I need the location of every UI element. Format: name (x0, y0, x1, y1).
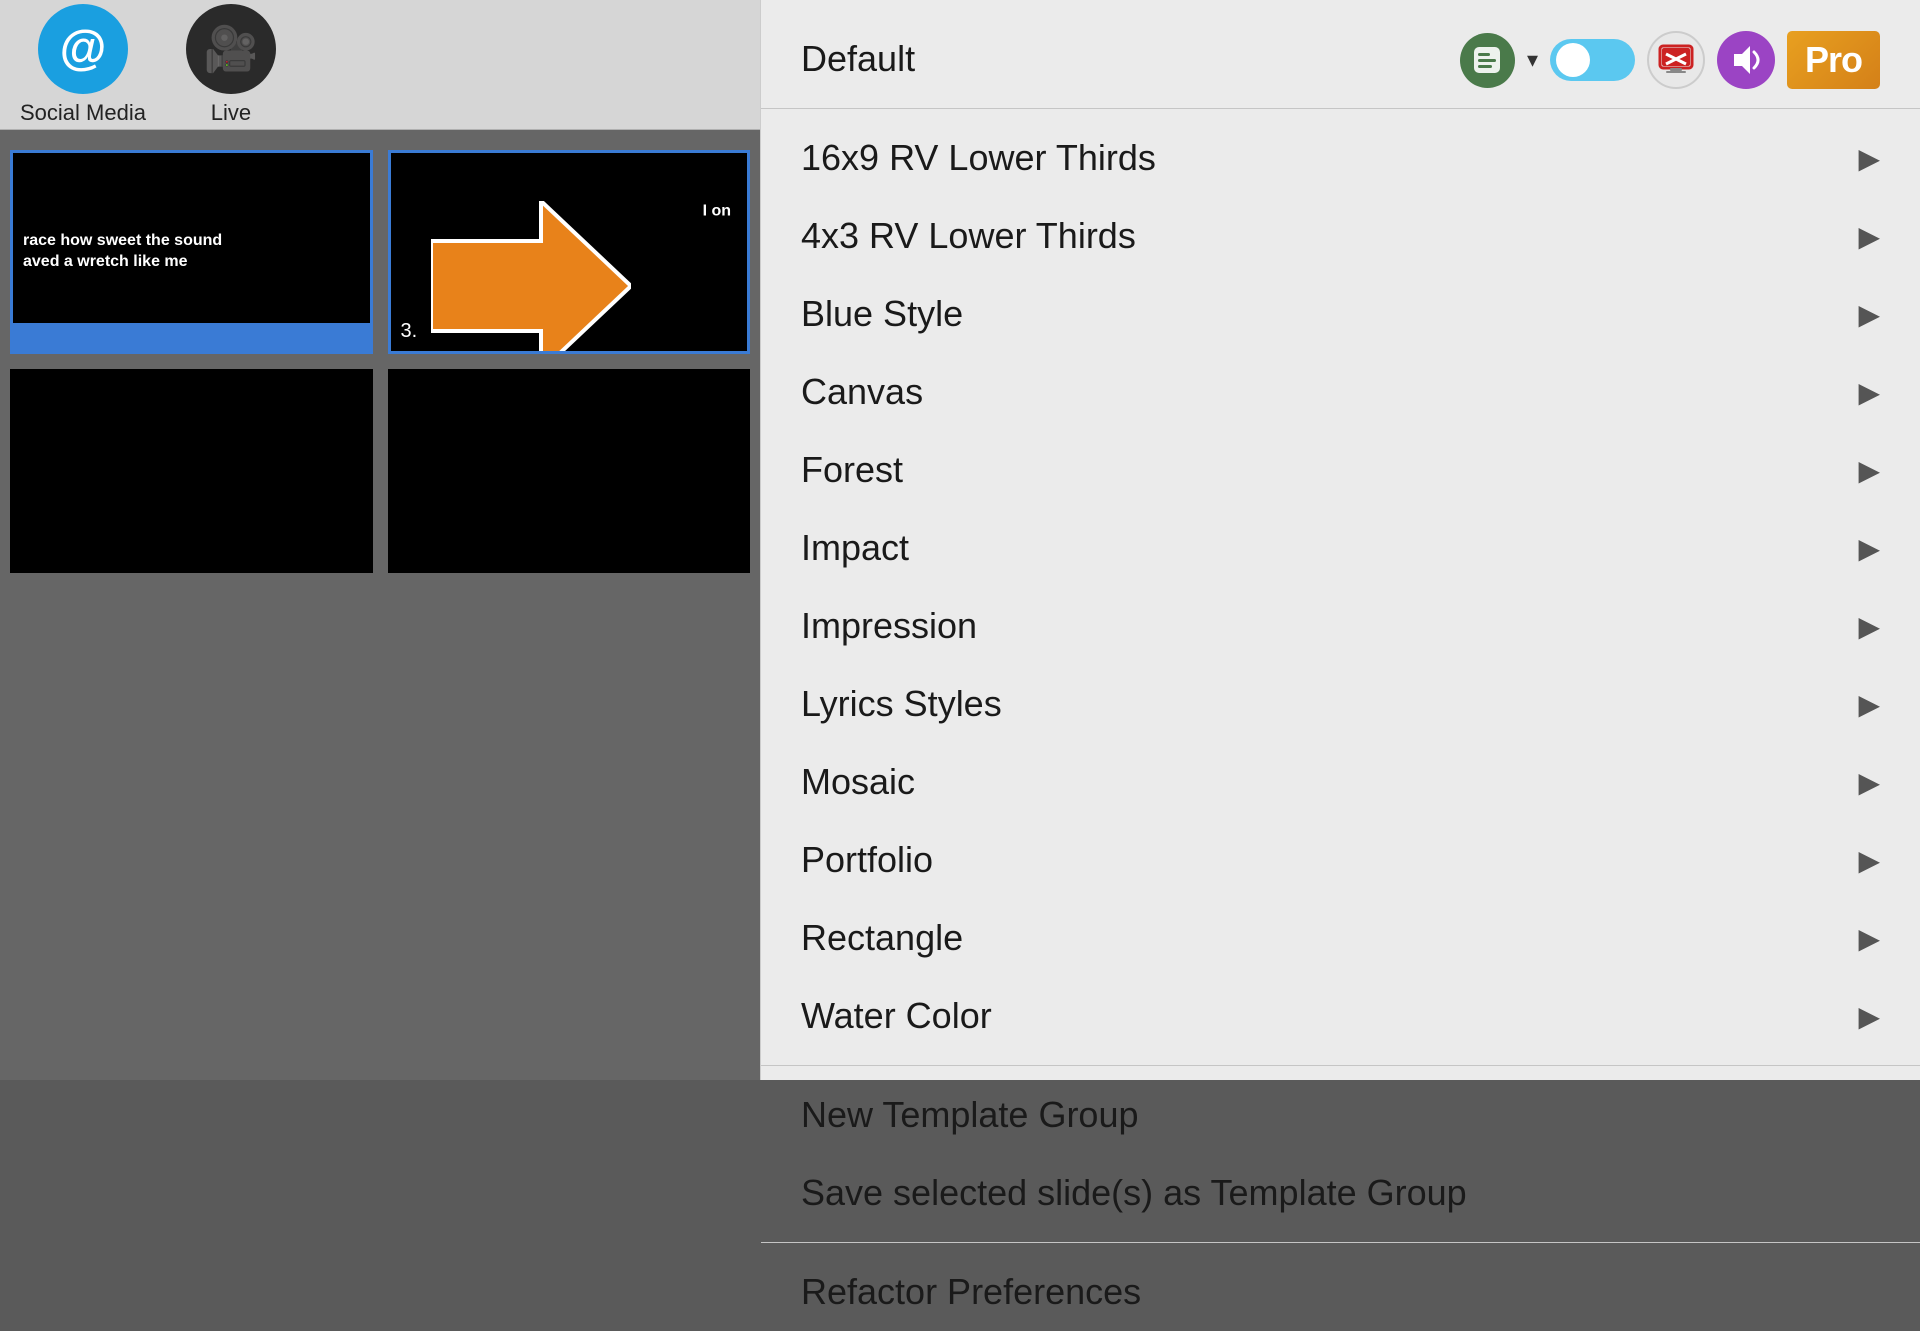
menu-item-16x9[interactable]: 16x9 RV Lower Thirds ▶ (761, 119, 1920, 197)
menu-item-lyrics-styles[interactable]: Lyrics Styles ▶ (761, 665, 1920, 743)
live-button[interactable]: 🎥 Live (186, 4, 276, 126)
menu-item-forest-label: Forest (801, 449, 903, 491)
menu-item-new-template-group-label: New Template Group (801, 1094, 1139, 1136)
social-media-label: Social Media (20, 100, 146, 126)
slider-icon[interactable] (1550, 39, 1635, 81)
slide-1-blue-bar (13, 323, 370, 351)
menu-item-rectangle-label: Rectangle (801, 917, 963, 959)
menu-item-impression[interactable]: Impression ▶ (761, 587, 1920, 665)
slides-panel: race how sweet the soundaved a wretch li… (0, 130, 760, 1080)
slide-thumb-1[interactable]: race how sweet the soundaved a wretch li… (10, 150, 373, 354)
social-media-icon: @ (38, 4, 128, 94)
menu-item-blue-style-label: Blue Style (801, 293, 963, 335)
menu-item-canvas-label: Canvas (801, 371, 923, 413)
menu-item-water-color-label: Water Color (801, 995, 992, 1037)
propresenter-icon[interactable] (1460, 33, 1515, 88)
pro-badge: Pro (1787, 31, 1880, 89)
slide-thumb-3[interactable] (10, 369, 373, 573)
menu-item-refactor-preferences-label: Refactor Preferences (801, 1271, 1141, 1313)
audio-icon[interactable] (1717, 31, 1775, 89)
chevron-right-icon-impact: ▶ (1858, 532, 1880, 565)
chevron-right-icon-portfolio: ▶ (1858, 844, 1880, 877)
menu-item-4x3-label: 4x3 RV Lower Thirds (801, 215, 1136, 257)
chevron-right-icon-mosaic: ▶ (1858, 766, 1880, 799)
menu-divider-1 (761, 108, 1920, 109)
chevron-right-icon-forest: ▶ (1858, 454, 1880, 487)
live-label: Live (211, 100, 251, 126)
menu-item-lyrics-styles-label: Lyrics Styles (801, 683, 1002, 725)
chevron-right-icon-water-color: ▶ (1858, 1000, 1880, 1033)
menu-item-rectangle[interactable]: Rectangle ▶ (761, 899, 1920, 977)
chevron-right-icon-impression: ▶ (1858, 610, 1880, 643)
menu-item-4x3[interactable]: 4x3 RV Lower Thirds ▶ (761, 197, 1920, 275)
arrow-annotation (431, 201, 631, 354)
menu-item-blue-style[interactable]: Blue Style ▶ (761, 275, 1920, 353)
chevron-right-icon-rectangle: ▶ (1858, 922, 1880, 955)
slide-2-number: 3. (401, 320, 418, 343)
menu-item-16x9-label: 16x9 RV Lower Thirds (801, 137, 1156, 179)
menu-item-portfolio-label: Portfolio (801, 839, 933, 881)
menu-item-new-template-group[interactable]: New Template Group (761, 1076, 1920, 1154)
menu-item-refactor-preferences[interactable]: Refactor Preferences (761, 1253, 1920, 1331)
chevron-down-icon-propresenter: ▾ (1527, 47, 1538, 73)
slide-thumb-2[interactable]: I on 3. (388, 150, 751, 354)
menu-item-portfolio[interactable]: Portfolio ▶ (761, 821, 1920, 899)
menubar-icons: ▾ Pro (1460, 30, 1900, 90)
menu-item-save-template-group[interactable]: Save selected slide(s) as Template Group (761, 1154, 1920, 1232)
menu-item-water-color[interactable]: Water Color ▶ (761, 977, 1920, 1055)
menu-item-impact[interactable]: Impact ▶ (761, 509, 1920, 587)
menu-item-forest[interactable]: Forest ▶ (761, 431, 1920, 509)
monitor-off-icon[interactable] (1647, 31, 1705, 89)
slide-thumb-4[interactable] (388, 369, 751, 573)
menu-divider-2 (761, 1065, 1920, 1066)
live-icon: 🎥 (186, 4, 276, 94)
social-media-button[interactable]: @ Social Media (20, 4, 146, 126)
menu-divider-3 (761, 1242, 1920, 1243)
menu-item-mosaic-label: Mosaic (801, 761, 915, 803)
chevron-right-icon-4x3: ▶ (1858, 220, 1880, 253)
chevron-right-icon-canvas: ▶ (1858, 376, 1880, 409)
chevron-right-icon-16x9: ▶ (1858, 142, 1880, 175)
menu-item-save-template-group-label: Save selected slide(s) as Template Group (801, 1172, 1467, 1214)
slide-1-text: race how sweet the soundaved a wretch li… (23, 231, 360, 273)
menu-item-impact-label: Impact (801, 527, 909, 569)
menu-item-impression-label: Impression (801, 605, 977, 647)
menu-item-mosaic[interactable]: Mosaic ▶ (761, 743, 1920, 821)
chevron-right-icon-lyrics-styles: ▶ (1858, 688, 1880, 721)
chevron-right-icon-blue-style: ▶ (1858, 298, 1880, 331)
dropdown-menu: Default ▶ 16x9 RV Lower Thirds ▶ 4x3 RV … (760, 0, 1920, 1080)
menu-item-canvas[interactable]: Canvas ▶ (761, 353, 1920, 431)
menu-item-default-label: Default (801, 38, 915, 80)
